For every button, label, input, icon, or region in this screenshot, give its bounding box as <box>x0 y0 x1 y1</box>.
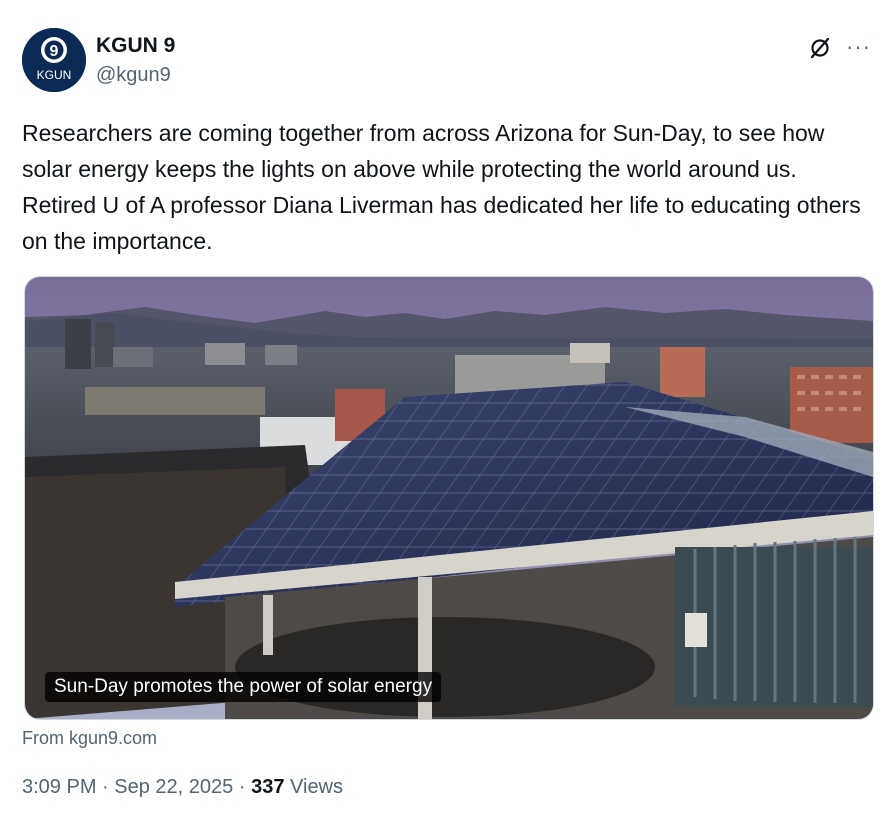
account-handle[interactable]: @kgun9 <box>96 64 171 87</box>
media-caption: Sun-Day promotes the power of solar ener… <box>45 672 442 702</box>
meta-separator: · <box>102 776 109 798</box>
avatar-number: 9 <box>50 43 59 60</box>
avatar[interactable]: 9 KGUN <box>22 28 86 92</box>
grok-icon[interactable] <box>808 36 832 60</box>
views-label: Views <box>290 776 344 798</box>
timestamp-date[interactable]: Sep 22, 2025 <box>114 776 233 798</box>
link-source[interactable]: From kgun9.com <box>22 728 157 749</box>
tweet-meta: 3:09 PM · Sep 22, 2025 · 337 Views <box>22 776 343 799</box>
timestamp-time[interactable]: 3:09 PM <box>22 776 96 798</box>
meta-separator: · <box>238 776 246 798</box>
solar-roof-image <box>25 277 873 719</box>
more-icon[interactable]: ··· <box>846 34 871 60</box>
avatar-logo-text: KGUN <box>37 68 72 82</box>
tweet-text: Researchers are coming together from acr… <box>22 120 861 254</box>
media-image[interactable] <box>24 276 874 720</box>
account-name[interactable]: KGUN 9 <box>96 34 175 58</box>
views-count: 337 <box>251 776 285 798</box>
